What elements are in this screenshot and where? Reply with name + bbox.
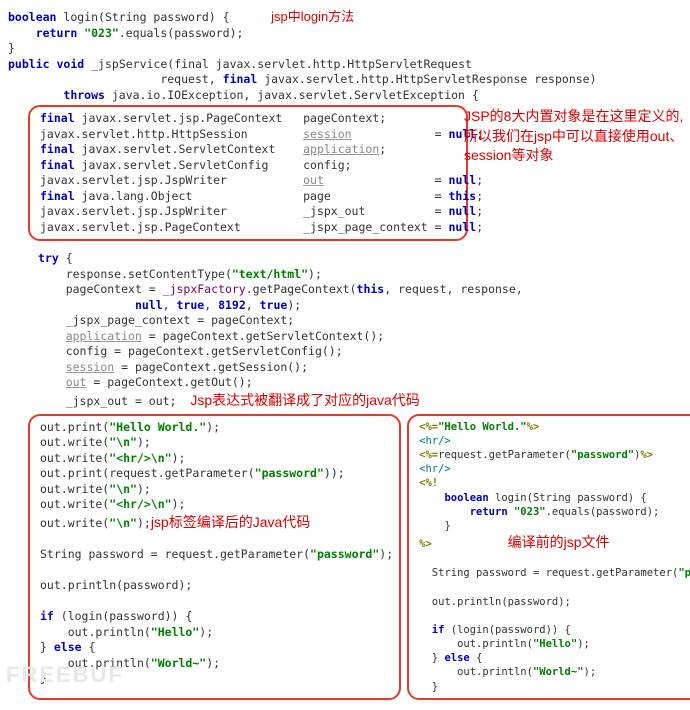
jsp-source-box: <%="Hello World."%> <hr/> <%=request.get… (407, 414, 690, 700)
annotation-compiled: jsp标签编译后的Java代码 (151, 514, 310, 530)
annotation-login: jsp中login方法 (271, 9, 354, 24)
login-method-block: boolean login(String password) { jsp中log… (8, 8, 682, 57)
compiled-java-box: out.print("Hello World."); out.write("\n… (28, 414, 401, 700)
code-service-signature: public void _jspService(final javax.serv… (8, 57, 682, 104)
code-login: boolean login(String password) { jsp中log… (8, 8, 682, 57)
jsp-source-code: <%="Hello World."%> <hr/> <%=request.get… (419, 420, 690, 694)
compiled-java-code: out.print("Hello World."); out.write("\n… (40, 420, 393, 687)
code-try-block: try { response.setContentType("text/html… (38, 251, 682, 410)
annotation-expr: Jsp表达式被翻译成了对应的java代码 (190, 392, 419, 408)
objects-wrapper: final javax.servlet.jsp.PageContext page… (8, 105, 682, 241)
annotation-objects: JSP的8大内置对象是在这里定义的,所以我们在jsp中可以直接使用out、ses… (464, 107, 684, 166)
annotation-jspsrc: 编译前的jsp文件 (508, 534, 610, 550)
bottom-row: out.print("Hello World."); out.write("\n… (28, 412, 682, 702)
objects-code: final javax.servlet.jsp.PageContext page… (40, 111, 460, 235)
objects-box: final javax.servlet.jsp.PageContext page… (28, 105, 468, 241)
